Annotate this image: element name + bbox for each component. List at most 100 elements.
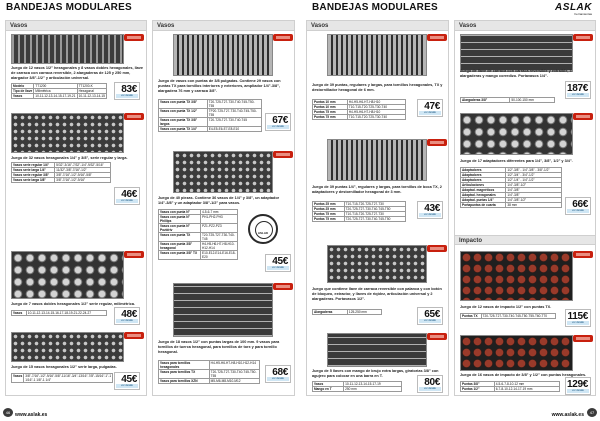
product-image-bit-set-b: [173, 151, 273, 193]
product-desc: Juego de 12 vasos 1/2" hexagonales y 8 v…: [11, 66, 144, 80]
spec-table: Modelo TT1200 TT1200-K Tipo de llave Milimé…: [10, 83, 108, 99]
price-box: 68€ ver detalle: [265, 365, 291, 383]
tray-logo-icon: [124, 34, 144, 41]
price-tag: ver detalle: [267, 125, 289, 129]
spec-cell: 10-11-12-13-14-15-16-17-18-19-21-22-24-2…: [25, 310, 108, 316]
product-desc: Juego de 39 puntas, regulares y largas, …: [312, 83, 443, 92]
spec-row: Alargaderas 3/8" 50-100-150 mm: [459, 97, 555, 103]
spec-row: Vasos para tornillos XZN M5-M6-M8-M10-M12: [158, 378, 261, 384]
tray-logo-icon: [273, 34, 293, 41]
spec-cell: Vasos para tornillos hexagonales: [158, 360, 210, 370]
price-box: 48€ ver detalle: [114, 307, 140, 325]
spec-table: Vasos 10-11-12-13-14-15-17-19 Mango en T2…: [311, 381, 402, 392]
spec-cell: Vasos para tornillos XZN: [158, 378, 210, 384]
product-desc: Juego de 32 vasos hexagonales 1/4" y 3/8…: [11, 156, 128, 160]
right-page-title: BANDEJAS MODULARES: [312, 2, 438, 13]
spec-cell: Puntas 75 mm: [312, 216, 345, 222]
spec-row: Vasos 10-11-12-13-14-15-17-19-21 10-11-12-…: [10, 93, 108, 99]
spec-cell: Alargaderas: [312, 309, 348, 315]
spec-cell: Portapuntas de cuarta: [459, 202, 507, 208]
price-box: 67€ ver detalle: [265, 113, 291, 131]
price-box: 83€ ver detalle: [114, 82, 140, 100]
spec-row: Vasos con punta N° Phillips PH1-PH2-PH3: [158, 214, 239, 224]
seal-emblem-icon: ASLAK: [248, 214, 278, 244]
spec-row: Portapuntas de cuarta 38 mm: [459, 202, 562, 208]
spec-row: Vasos con punta TX 1/4" E4-E5-E6-E7-E8-E1…: [158, 126, 263, 132]
spec-cell: PZ1-PZ2-PZ3: [199, 223, 239, 233]
tray-logo-icon: [273, 283, 293, 290]
spec-cell: Vasos con punta 3/8" TX: [158, 250, 201, 260]
spec-cell: T20-T25-T27-T30-T40-T45-T50-T55: [208, 369, 261, 379]
footer-url-left[interactable]: www.aslak.es: [15, 412, 47, 418]
spec-row: Mango en T 250 mm: [311, 386, 402, 392]
spec-cell: T10-T15-T20-T25-T30-T40: [346, 114, 407, 120]
spec-cell: 50-100-150 mm: [509, 97, 555, 103]
spec-table: Vasos 10-11-12-13-14-15-16-17-18-19-21-22…: [11, 310, 108, 316]
footer-url-right[interactable]: www.aslak.es: [552, 412, 584, 418]
spec-row: Adaptadores 1/2"-3/8" - 1/4"-3/8" - 3/8"-…: [459, 167, 562, 173]
tray-logo-icon: [124, 332, 144, 339]
spec-cell: Vasos: [11, 310, 27, 316]
tray-logo-icon: [273, 151, 293, 158]
column-3-tab: Vasos: [307, 21, 448, 31]
spec-cell: Vasos serie regular 1/4": [10, 162, 56, 168]
product-image-wrench-set: [327, 333, 427, 367]
price-tag: ver detalle: [267, 266, 289, 270]
product-image-socket-set-b: [11, 113, 124, 153]
price-tag: ver detalle: [116, 384, 138, 388]
price-box: 43€ ver detalle: [417, 201, 443, 219]
spec-row: Puntas 75 mm T20-T25-T27-T30-T40-T45-T50: [312, 216, 407, 222]
column-2-tab: Vasos: [153, 21, 294, 31]
tray-logo-icon: [427, 245, 447, 252]
product-desc: Juego que contiene llave de carraca reve…: [312, 287, 442, 301]
spec-row: Vasos serie regular 1/4" 5/32"-3/16"-7/32…: [10, 162, 111, 168]
product-image-impact-tx-set: [460, 251, 573, 301]
product-image-bit-set-a: [173, 34, 273, 76]
product-desc: Juego de llave de carraca con carraca re…: [460, 69, 572, 78]
spec-cell: Tipo de llave: [10, 88, 35, 94]
price-tag: ver detalle: [419, 387, 441, 391]
spec-cell: Vasos con punta TX 1/2": [158, 108, 208, 118]
spec-row: Vasos con punta TX 1/2" TP20-T25-T27-T30-…: [158, 108, 263, 118]
spec-cell: E10-E12-E14-E16-E18-E20: [199, 250, 239, 260]
spec-table: Vasos 3/8"-7/16"-1/2"-9/16"-5/8"-11/16"-3…: [10, 373, 114, 383]
spec-table: Alargaderas 3/8" 50-100-150 mm: [459, 97, 555, 103]
price-tag: ver detalle: [567, 321, 589, 325]
spec-table: Puntas TX T20-T25-T27-T30-T40-T45-T50-T55…: [460, 313, 557, 319]
spec-cell: Vasos con punta N° Phillips: [158, 214, 201, 224]
product-image-long-bit-set: [173, 283, 273, 337]
tray-logo-icon: [573, 251, 593, 258]
spec-cell: H4-H5-H6-H7-H8-H10-H12-H14: [199, 241, 239, 251]
spec-row: Vasos con punta TX T20-T25-T27-T30-T40-T4…: [158, 232, 239, 242]
product-image-ratchet-set: [327, 245, 427, 283]
tray-logo-icon: [573, 335, 593, 342]
spec-cell: Puntas 75 mm: [312, 114, 348, 120]
spec-cell: Vasos para tornillos TX: [158, 369, 210, 379]
brand-logo: ASLAK herramientas: [555, 2, 592, 16]
tray-logo-icon: [427, 139, 447, 146]
spec-cell: 38 mm: [505, 202, 562, 208]
spec-row: Vasos 3/8"-7/16"-1/2"-9/16"-5/8"-11/16"-3…: [10, 373, 114, 383]
price-tag: ver detalle: [419, 111, 441, 115]
spec-cell: M5-M6-M8-M10-M12: [208, 378, 261, 384]
price-box: 115€ ver detalle: [565, 309, 591, 327]
spec-cell: Vasos con punta TX 3/8": [158, 99, 208, 109]
spec-cell: Vasos serie regular 3/8": [10, 172, 56, 178]
spec-row: Vasos con punta TX 3/8" T20-T25-T27-T30-T…: [158, 99, 263, 109]
spec-row: Puntas 75 mm T10-T15-T20-T25-T30-T40: [312, 114, 407, 120]
spec-row: Vasos con punta N° Pozidriv PZ1-PZ2-PZ3: [158, 223, 239, 233]
price-box: 80€ ver detalle: [417, 375, 443, 393]
spec-cell: 10-11-12-13-14-15: [76, 93, 108, 99]
spec-table: Adaptadores 1/2"-3/8" - 1/4"-3/8" - 3/8"-…: [459, 167, 562, 208]
spec-cell: E4-E5-E6-E7-E8-E10: [206, 126, 263, 132]
price-box: 129€ ver detalle: [565, 377, 591, 395]
spec-cell: Vasos: [10, 93, 35, 99]
price-tag: ver detalle: [419, 213, 441, 217]
spec-table: Vasos serie regular 1/4" 5/32"-3/16"-7/32…: [10, 162, 111, 183]
spec-table: Vasos para tornillos hexagonales H4-H5-H6…: [158, 360, 261, 384]
product-image-socket-set-d: [11, 332, 124, 362]
spec-row: Vasos 10-11-12-13-14-15-16-17-18-19-21-22…: [11, 310, 108, 316]
price-tag: ver detalle: [116, 199, 138, 203]
spec-row: Vasos para tornillos TX T20-T25-T27-T30-T…: [158, 369, 261, 379]
spec-cell: PH1-PH2-PH3: [199, 214, 239, 224]
